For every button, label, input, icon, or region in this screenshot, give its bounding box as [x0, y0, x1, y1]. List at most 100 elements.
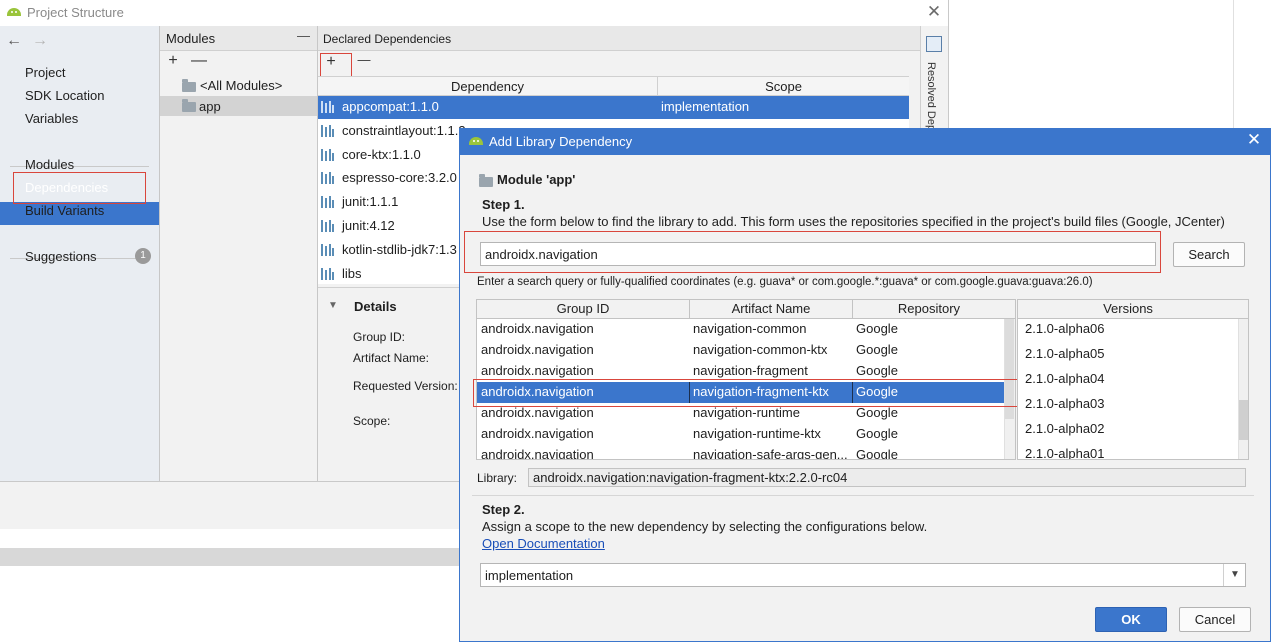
dependency-name: appcompat:1.1.0 — [342, 99, 439, 114]
nav-item-variables[interactable]: Variables — [25, 111, 78, 126]
library-icon — [321, 148, 335, 161]
result-row[interactable]: androidx.navigation navigation-common-ktx… — [477, 340, 1005, 361]
dependency-name: junit:4.12 — [342, 218, 395, 233]
column-artifact-name[interactable]: Artifact Name — [690, 301, 852, 316]
close-icon[interactable]: ✕ — [925, 2, 943, 22]
scope-value: implementation — [485, 568, 574, 583]
details-scope-label: Scope: — [353, 414, 391, 428]
modules-header: Modules — — [160, 26, 317, 51]
version-item[interactable]: 2.1.0-alpha02 — [1025, 421, 1105, 436]
scope-dropdown[interactable]: implementation ▼ — [480, 563, 1246, 587]
step1-description: Use the form below to find the library t… — [482, 214, 1225, 229]
version-item[interactable]: 2.1.0-alpha04 — [1025, 371, 1105, 386]
divider — [472, 495, 1254, 496]
resolved-dependencies-icon — [926, 36, 942, 52]
library-icon — [321, 172, 335, 185]
module-label: Module 'app' — [497, 172, 576, 187]
add-module-button[interactable]: + — [165, 52, 181, 70]
step1-title: Step 1. — [482, 197, 525, 212]
result-group-id: androidx.navigation — [481, 405, 594, 420]
version-item[interactable]: 2.1.0-alpha06 — [1025, 321, 1105, 336]
cancel-button[interactable]: Cancel — [1179, 607, 1251, 632]
version-item[interactable]: 2.1.0-alpha01 — [1025, 446, 1105, 459]
result-artifact-name: navigation-common-ktx — [693, 342, 828, 357]
version-item[interactable]: 2.1.0-alpha05 — [1025, 346, 1105, 361]
result-artifact-name: navigation-safe-args-gen... — [693, 447, 848, 460]
remove-module-button[interactable]: — — [191, 52, 207, 70]
dependency-name: core-ktx:1.1.0 — [342, 146, 421, 162]
library-icon — [321, 243, 335, 256]
column-repository[interactable]: Repository — [853, 301, 1005, 316]
result-repository: Google — [856, 321, 898, 336]
forward-arrow-icon[interactable]: → — [32, 32, 48, 50]
nav-item-project[interactable]: Project — [25, 65, 65, 80]
library-icon — [321, 220, 335, 232]
result-repository: Google — [856, 426, 898, 441]
result-repository: Google — [856, 447, 898, 460]
dependency-name: constraintlayout:1.1.3 — [342, 122, 466, 138]
version-item[interactable]: 2.1.0-alpha03 — [1025, 396, 1105, 411]
dependency-name: junit:1.1.1 — [342, 194, 399, 210]
window-titlebar: Project Structure ✕ — [0, 0, 948, 26]
chevron-down-icon[interactable]: ▼ — [1223, 564, 1246, 586]
dependency-name: libs — [342, 265, 362, 281]
result-row[interactable]: androidx.navigation navigation-runtime-kt… — [477, 424, 1005, 445]
ok-button[interactable]: OK — [1095, 607, 1167, 632]
details-title: Details — [354, 299, 397, 314]
add-library-dependency-dialog: Add Library Dependency ✕ Module 'app' St… — [459, 128, 1271, 642]
result-artifact-name: navigation-runtime — [693, 405, 800, 420]
results-table-header: Group ID Artifact Name Repository — [477, 300, 1015, 319]
column-group-id[interactable]: Group ID — [477, 301, 689, 316]
dependency-name: kotlin-stdlib-jdk7:1.3 — [342, 241, 457, 257]
background-strip — [0, 548, 460, 566]
column-scope[interactable]: Scope — [658, 79, 909, 94]
search-button[interactable]: Search — [1173, 242, 1245, 267]
library-icon — [321, 124, 335, 137]
nav-item-build-variants[interactable]: Build Variants — [25, 203, 104, 218]
close-icon[interactable]: ✕ — [1244, 130, 1264, 152]
dialog-title: Add Library Dependency — [489, 134, 633, 149]
open-documentation-link[interactable]: Open Documentation — [482, 536, 605, 551]
search-hint: Enter a search query or fully-qualified … — [477, 276, 1093, 288]
versions-scrollbar-thumb[interactable] — [1239, 400, 1248, 440]
result-repository: Google — [856, 363, 898, 378]
library-icon — [321, 196, 335, 209]
back-arrow-icon[interactable]: ← — [6, 32, 22, 50]
module-item-app[interactable]: app — [160, 96, 317, 116]
result-group-id: androidx.navigation — [481, 321, 594, 336]
nav-item-suggestions[interactable]: Suggestions — [25, 249, 97, 264]
column-dependency[interactable]: Dependency — [318, 79, 657, 94]
collapse-arrow-icon[interactable]: ▼ — [328, 300, 338, 311]
details-version-label: Requested Version: — [353, 379, 458, 393]
android-icon — [7, 8, 21, 16]
result-artifact-name: navigation-common — [693, 321, 807, 336]
module-item-all[interactable]: <All Modules> — [160, 75, 317, 95]
result-repository: Google — [856, 405, 898, 420]
nav-item-modules[interactable]: Modules — [25, 157, 74, 172]
result-row[interactable]: androidx.navigation navigation-safe-args-… — [477, 445, 1005, 460]
result-group-id: androidx.navigation — [481, 426, 594, 441]
module-item-label: <All Modules> — [200, 78, 283, 93]
search-input[interactable] — [480, 242, 1156, 266]
dependency-table-header: Dependency Scope — [318, 77, 909, 96]
window-title: Project Structure — [27, 5, 124, 20]
result-group-id: androidx.navigation — [481, 363, 594, 378]
module-item-label: app — [199, 99, 221, 114]
column-versions[interactable]: Versions — [1018, 301, 1238, 316]
result-group-id: androidx.navigation — [481, 447, 594, 460]
dependency-row[interactable]: appcompat:1.1.0 implementation — [318, 96, 909, 119]
versions-list: Versions 2.1.0-alpha06 2.1.0-alpha05 2.1.0… — [1017, 299, 1249, 460]
details-group-id-label: Group ID: — [353, 330, 406, 344]
result-row[interactable]: androidx.navigation navigation-common Goog… — [477, 319, 1005, 340]
dependency-name: espresso-core:3.2.0 — [342, 170, 457, 186]
library-coordinates-field: androidx.navigation:navigation-fragment-… — [528, 468, 1246, 487]
library-label: Library: — [477, 471, 518, 485]
folder-icon — [479, 174, 493, 187]
modules-header-label: Modules — [166, 31, 216, 46]
declared-dependencies-title: Declared Dependencies — [323, 32, 452, 46]
nav-item-sdk-location[interactable]: SDK Location — [25, 88, 105, 103]
remove-dependency-button[interactable]: — — [356, 52, 372, 67]
declared-dependencies-header: Declared Dependencies — [318, 26, 920, 51]
collapse-icon[interactable]: — — [297, 28, 310, 43]
dependencies-highlight — [13, 172, 146, 204]
